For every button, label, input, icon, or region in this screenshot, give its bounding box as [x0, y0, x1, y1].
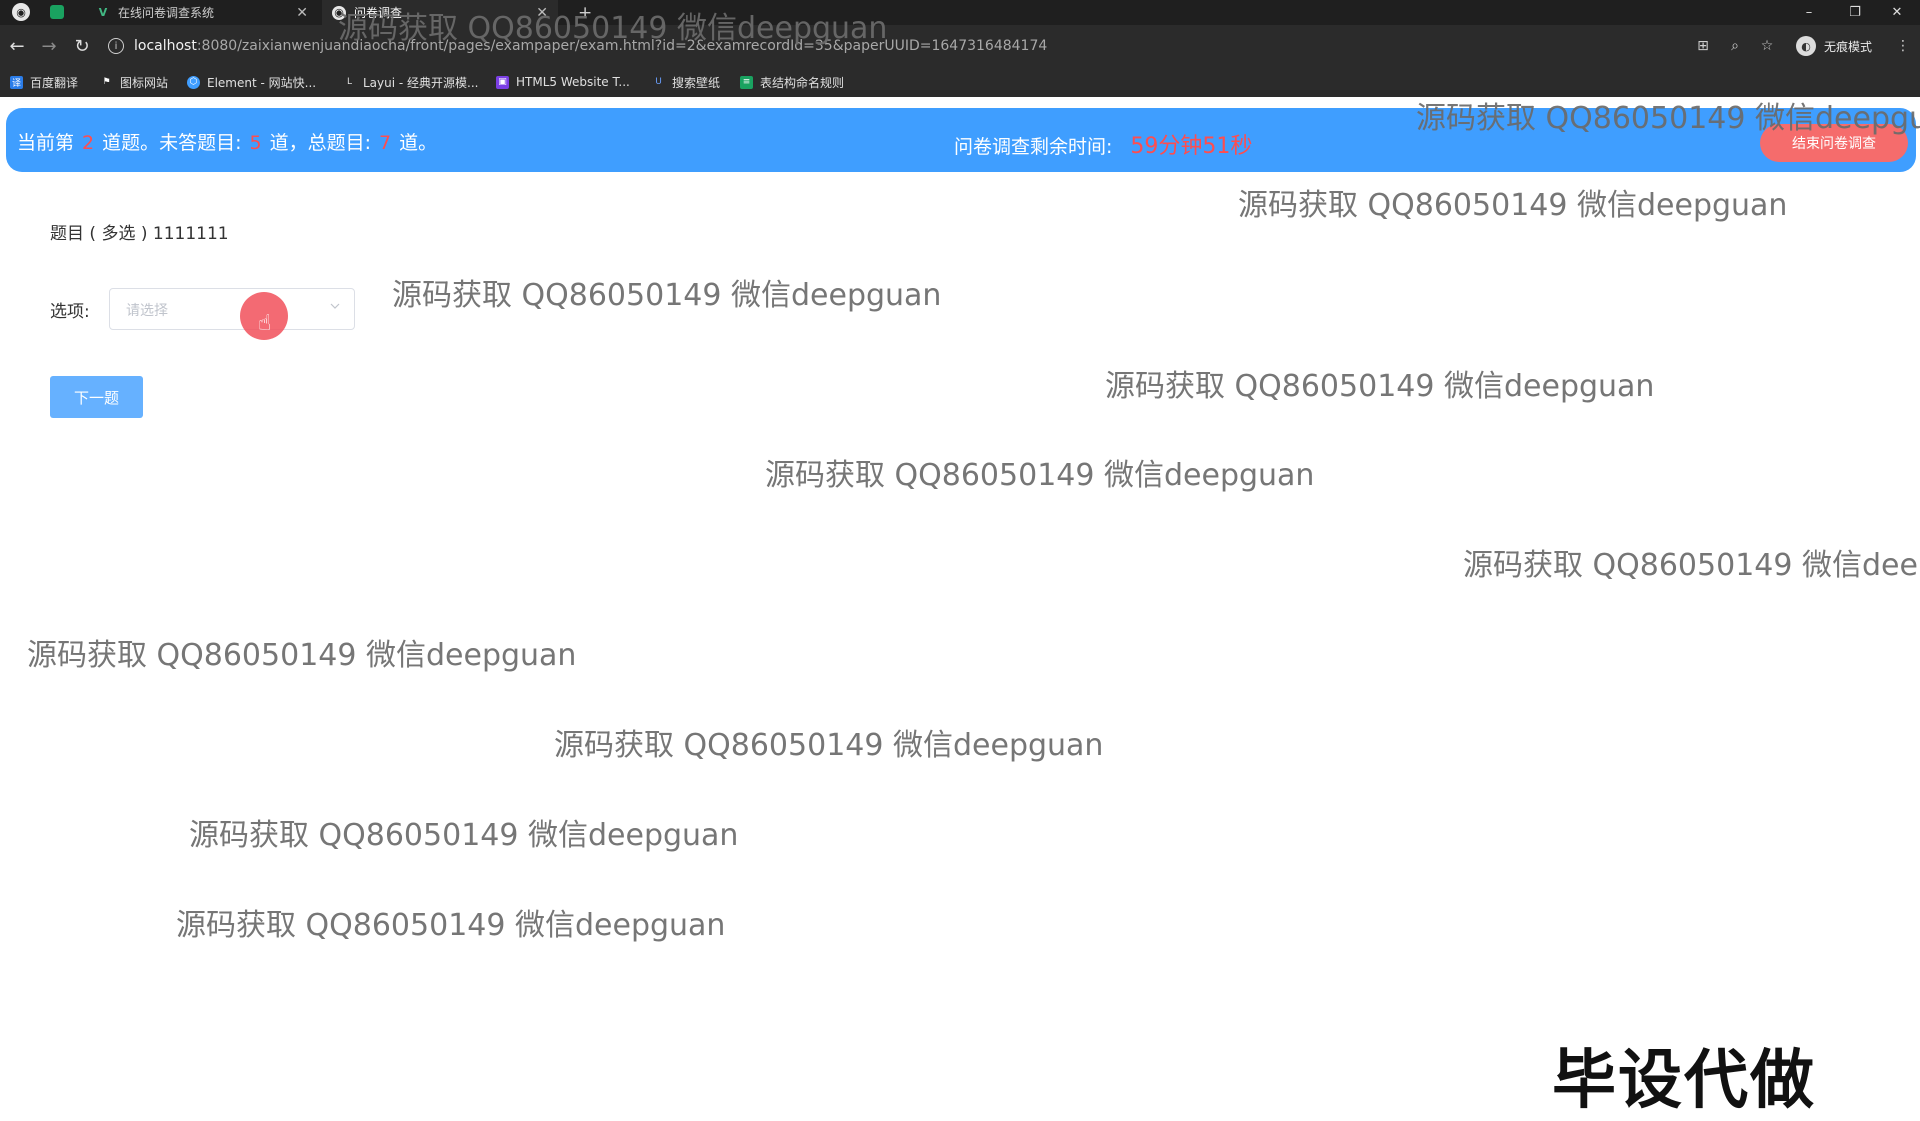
wallpaper-icon: U: [655, 77, 662, 87]
minimize-button[interactable]: –: [1786, 0, 1832, 25]
progress-summary: 当前第 2 道题。未答题目: 5 道，总题目: 7 道。: [17, 128, 437, 155]
promo-stamp-text: 毕设代做: [1552, 1044, 1816, 1118]
option-select[interactable]: 请选择: [109, 288, 355, 330]
app-favicon-icon[interactable]: [50, 5, 64, 19]
reload-icon[interactable]: ↻: [71, 35, 93, 57]
current-question-number: 2: [82, 132, 95, 154]
incognito-indicator[interactable]: ◐ 无痕模式: [1796, 35, 1872, 57]
watermark-text: 源码获取 QQ86050149 微信deepguan: [392, 278, 942, 313]
watermark-text: 源码获取 QQ86050149 微信deepguan: [1105, 369, 1655, 404]
bookmark-label: 表结构命名规则: [760, 75, 845, 90]
element-logo-icon: ⬡: [187, 75, 200, 89]
watermark-text: 源码获取 QQ86050149 微信deepguan: [1238, 188, 1788, 223]
total-count: 7: [379, 132, 392, 154]
bookmark-item[interactable]: ⬡ Element - 网站快...: [187, 74, 316, 90]
translate-icon: 译: [10, 75, 23, 89]
url-host: localhost: [134, 38, 197, 54]
watermark-text: 源码获取 QQ86050149 微信deepgua: [1416, 101, 1920, 136]
timer-value: 59分钟51秒: [1130, 134, 1253, 159]
bookmark-item[interactable]: 译 百度翻译: [10, 74, 78, 90]
browser-menu-icon[interactable]: ◉: [12, 3, 30, 21]
bookmark-label: HTML5 Website T...: [516, 75, 630, 89]
bookmark-item[interactable]: ⚑ 图标网站: [100, 74, 168, 90]
bookmark-label: 图标网站: [120, 75, 169, 90]
address-bar: ← → ↻ i localhost :8080/zaixianwenjuandi…: [0, 25, 1920, 67]
sheet-icon: ≡: [740, 75, 753, 89]
progress-prefix: 当前第: [17, 132, 75, 154]
bookmark-item[interactable]: ≡ 表结构命名规则: [740, 74, 844, 90]
unanswered-prefix: 道题。未答题目:: [102, 132, 242, 154]
bookmark-label: 搜索壁纸: [672, 75, 721, 90]
html5-icon: ▣: [496, 75, 509, 89]
watermark-text: 源码获取 QQ86050149 微信deepguan: [554, 728, 1104, 763]
bookmark-item[interactable]: ▣ HTML5 Website T...: [496, 74, 630, 90]
bookmark-item[interactable]: L Layui - 经典开源模...: [343, 74, 479, 90]
tab-title: 在线问卷调查系统: [118, 6, 215, 20]
timer: 问卷调查剩余时间: 59分钟51秒: [954, 128, 1252, 160]
hand-cursor-icon: ☝: [258, 311, 272, 336]
option-label: 选项:: [50, 302, 90, 322]
watermark-text: 源码获取 QQ86050149 微信deep: [1463, 548, 1920, 583]
more-menu-icon[interactable]: ⋮: [1894, 37, 1912, 55]
browser-tab-bar: ◉ V 在线问卷调查系统 ✕ ◉ 问卷调查 ✕ + – ❐ ✕: [0, 0, 1920, 25]
translate-icon[interactable]: ⊞: [1694, 37, 1712, 55]
watermark-text: 源码获取 QQ86050149 微信deepguan: [765, 458, 1315, 493]
close-icon[interactable]: ✕: [296, 5, 308, 21]
timer-label: 问卷调查剩余时间:: [954, 136, 1113, 158]
watermark-text: 源码获取 QQ86050149 微信deepguan: [27, 638, 577, 673]
window-close-button[interactable]: ✕: [1874, 0, 1920, 25]
select-placeholder: 请选择: [126, 303, 168, 319]
total-prefix: 道，总题目:: [269, 132, 372, 154]
progress-suffix: 道。: [399, 132, 438, 154]
forward-arrow-icon[interactable]: →: [38, 35, 60, 57]
tab-survey-system[interactable]: V 在线问卷调查系统 ✕: [86, 0, 318, 25]
bookmark-label: Element - 网站快...: [207, 75, 317, 90]
layui-logo-icon: L: [346, 77, 352, 87]
restore-button[interactable]: ❐: [1832, 0, 1878, 25]
info-icon[interactable]: i: [108, 38, 124, 54]
vue-logo-icon: V: [98, 6, 108, 19]
bookmark-label: Layui - 经典开源模...: [363, 75, 479, 90]
back-arrow-icon[interactable]: ←: [6, 35, 28, 57]
flag-icon: ⚑: [102, 77, 111, 87]
question-title: 题目 ( 多选 ) 1111111: [50, 224, 229, 244]
incognito-icon: ◐: [1796, 36, 1816, 56]
zoom-icon[interactable]: ⌕: [1726, 37, 1744, 55]
bookmark-star-icon[interactable]: ☆: [1758, 37, 1776, 55]
watermark-text: 源码获取 QQ86050149 微信deepguan: [189, 818, 739, 853]
bookmark-item[interactable]: U 搜索壁纸: [652, 74, 720, 90]
incognito-label: 无痕模式: [1824, 39, 1873, 54]
watermark-text: 源码获取 QQ86050149 微信deepguan: [176, 908, 726, 943]
next-question-button[interactable]: 下一题: [50, 376, 143, 418]
unanswered-count: 5: [249, 132, 262, 154]
chevron-down-icon: [330, 303, 340, 309]
watermark-text: 源码获取 QQ86050149 微信deepguan: [338, 11, 888, 46]
exam-page: 当前第 2 道题。未答题目: 5 道，总题目: 7 道。 问卷调查剩余时间: 59分钟51秒 …: [0, 11, 1920, 1118]
bookmark-label: 百度翻译: [30, 75, 79, 90]
